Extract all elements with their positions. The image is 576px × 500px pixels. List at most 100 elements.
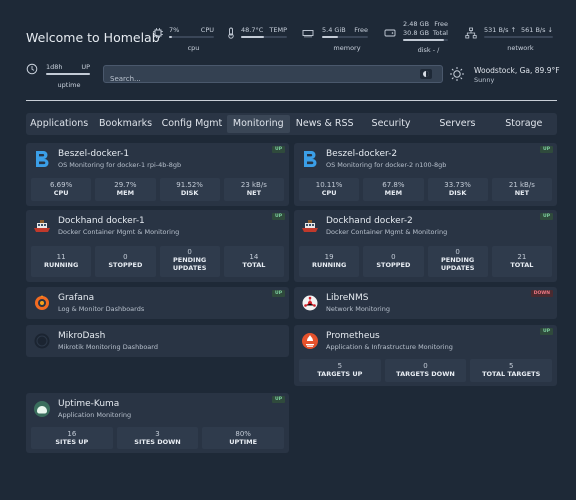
uptime-name: UP — [81, 63, 90, 71]
sun-icon — [449, 66, 465, 82]
stat-pending-updates: 0 PENDING UPDATES — [159, 246, 220, 277]
header-divider — [26, 100, 557, 101]
tab-security[interactable]: Security — [360, 115, 422, 133]
disk-bar — [403, 39, 445, 41]
card-beszel-docker-2[interactable]: UP Beszel-docker-2 OS Monitoring for doc… — [294, 143, 557, 206]
search-input[interactable] — [104, 71, 404, 87]
card-subtitle: Mikrotik Monitoring Dashboard — [58, 343, 158, 351]
tab-bar: Applications Bookmarks Config Mgmt Monit… — [26, 113, 557, 135]
tab-news-rss[interactable]: News & RSS — [294, 115, 356, 133]
memory-name: Free — [354, 26, 368, 34]
tab-bookmarks[interactable]: Bookmarks — [94, 115, 156, 133]
theme-toggle-button[interactable] — [420, 69, 432, 79]
temp-value: 48.7°C — [241, 26, 264, 34]
grafana-icon — [33, 294, 51, 312]
disk-label: disk - / — [417, 46, 440, 54]
stat-mem: 29.7% MEM — [95, 178, 156, 201]
card-subtitle: Application Monitoring — [58, 411, 132, 419]
disk-free-name: Free — [434, 20, 448, 28]
stat-running: 19 RUNNING — [299, 246, 360, 277]
network-icon — [465, 27, 477, 39]
stat-stopped: 0 STOPPED — [363, 246, 424, 277]
memory-value: 5.4 GiB — [322, 26, 346, 34]
stat-cpu: 6.69% CPU — [31, 178, 92, 201]
status-badge: UP — [272, 146, 285, 153]
stat-total: 14 TOTAL — [223, 246, 284, 277]
card-subtitle: Application & Infrastructure Monitoring — [326, 343, 453, 351]
status-badge: UP — [540, 328, 553, 335]
tab-monitoring[interactable]: Monitoring — [227, 115, 290, 133]
disk-total-name: Total — [432, 29, 448, 37]
memory-label: memory — [333, 44, 361, 52]
card-title: Dockhand docker-2 — [326, 216, 413, 226]
stat-pending-updates: 0 PENDING UPDATES — [427, 246, 488, 277]
status-badge: UP — [540, 213, 553, 220]
weather-condition: Sunny — [474, 76, 495, 84]
card-title: Grafana — [58, 293, 95, 303]
cpu-name: CPU — [200, 26, 214, 34]
card-title: Beszel-docker-2 — [326, 149, 398, 159]
card-prometheus[interactable]: UP Prometheus Application & Infrastructu… — [294, 325, 557, 386]
stat-net: 21 kB/s NET — [491, 178, 552, 201]
card-title: Uptime-Kuma — [58, 399, 120, 409]
card-beszel-docker-1[interactable]: UP Beszel-docker-1 OS Monitoring for doc… — [26, 143, 289, 206]
tab-servers[interactable]: Servers — [426, 115, 488, 133]
card-grafana[interactable]: UP Grafana Log & Monitor Dashboards — [26, 287, 289, 319]
stat-sites-down: 3 SITES DOWN — [116, 427, 199, 449]
card-mikrodash[interactable]: MikroDash Mikrotik Monitoring Dashboard — [26, 325, 289, 357]
stat-disk: 91.52% DISK — [159, 178, 220, 201]
cpu-icon — [152, 27, 164, 39]
uptime-kuma-icon — [33, 400, 51, 418]
tab-applications[interactable]: Applications — [28, 115, 90, 133]
disk-total-value: 30.8 GB — [403, 29, 430, 37]
card-subtitle: OS Monitoring for docker-2 n100-8gb — [326, 161, 447, 169]
disk-free-value: 2.48 GB — [403, 20, 430, 28]
card-title: MikroDash — [58, 331, 106, 341]
card-subtitle: Log & Monitor Dashboards — [58, 305, 145, 313]
stat-net: 23 kB/s NET — [223, 178, 284, 201]
card-title: Beszel-docker-1 — [58, 149, 130, 159]
stat-running: 11 RUNNING — [31, 246, 92, 277]
cpu-bar — [169, 36, 173, 38]
temp-bar — [241, 36, 264, 38]
uptime-value: 1d8h — [46, 63, 63, 71]
librenms-icon — [301, 294, 319, 312]
beszel-icon — [33, 150, 51, 168]
docker-ship-icon — [33, 217, 51, 235]
card-dockhand-docker-2[interactable]: UP Dockhand docker-2 Docker Container Mg… — [294, 210, 557, 282]
clock-icon — [26, 63, 38, 75]
stat-targets-down: 0 TARGETS DOWN — [384, 359, 467, 382]
weather-location: Woodstock, Ga, 89.9°F — [474, 66, 560, 75]
card-title: Prometheus — [326, 331, 380, 341]
uptime-bar — [46, 73, 90, 75]
cpu-value: 7% — [169, 26, 180, 34]
stat-sites-up: 16 SITES UP — [31, 427, 113, 449]
stat-total: 21 TOTAL — [491, 246, 552, 277]
network-up: 531 B/s ↑ — [484, 26, 517, 34]
temp-widget: 48.7°C TEMP — [225, 25, 289, 55]
network-widget: 531 B/s ↑ 561 B/s ↓ network — [465, 25, 557, 55]
thermometer-icon — [225, 27, 237, 39]
card-uptime-kuma[interactable]: UP Uptime-Kuma Application Monitoring 16… — [26, 393, 289, 453]
disk-icon — [384, 27, 396, 39]
stat-mem: 67.8% MEM — [363, 178, 424, 201]
stat-disk: 33.73% DISK — [427, 178, 488, 201]
status-badge: UP — [540, 146, 553, 153]
memory-icon — [302, 27, 314, 39]
memory-bar — [322, 36, 339, 38]
stat-targets-up: 5 TARGETS UP — [299, 359, 381, 382]
tab-config-mgmt[interactable]: Config Mgmt — [161, 115, 223, 133]
mikrodash-icon — [33, 332, 51, 350]
stat-cpu: 10.11% CPU — [299, 178, 360, 201]
tab-storage[interactable]: Storage — [493, 115, 555, 133]
beszel-icon — [301, 150, 319, 168]
stat-uptime: 80% UPTIME — [202, 427, 285, 449]
card-title: LibreNMS — [326, 293, 369, 303]
card-subtitle: Network Monitoring — [326, 305, 390, 313]
status-badge: UP — [272, 213, 285, 220]
card-dockhand-docker-1[interactable]: UP Dockhand docker-1 Docker Container Mg… — [26, 210, 289, 282]
search-box[interactable] — [103, 65, 443, 87]
disk-widget: 2.48 GB Free 30.8 GB Total disk - / — [384, 20, 454, 58]
card-librenms[interactable]: DOWN LibreNMS Network Monitoring — [294, 287, 557, 319]
status-badge: DOWN — [530, 290, 553, 297]
